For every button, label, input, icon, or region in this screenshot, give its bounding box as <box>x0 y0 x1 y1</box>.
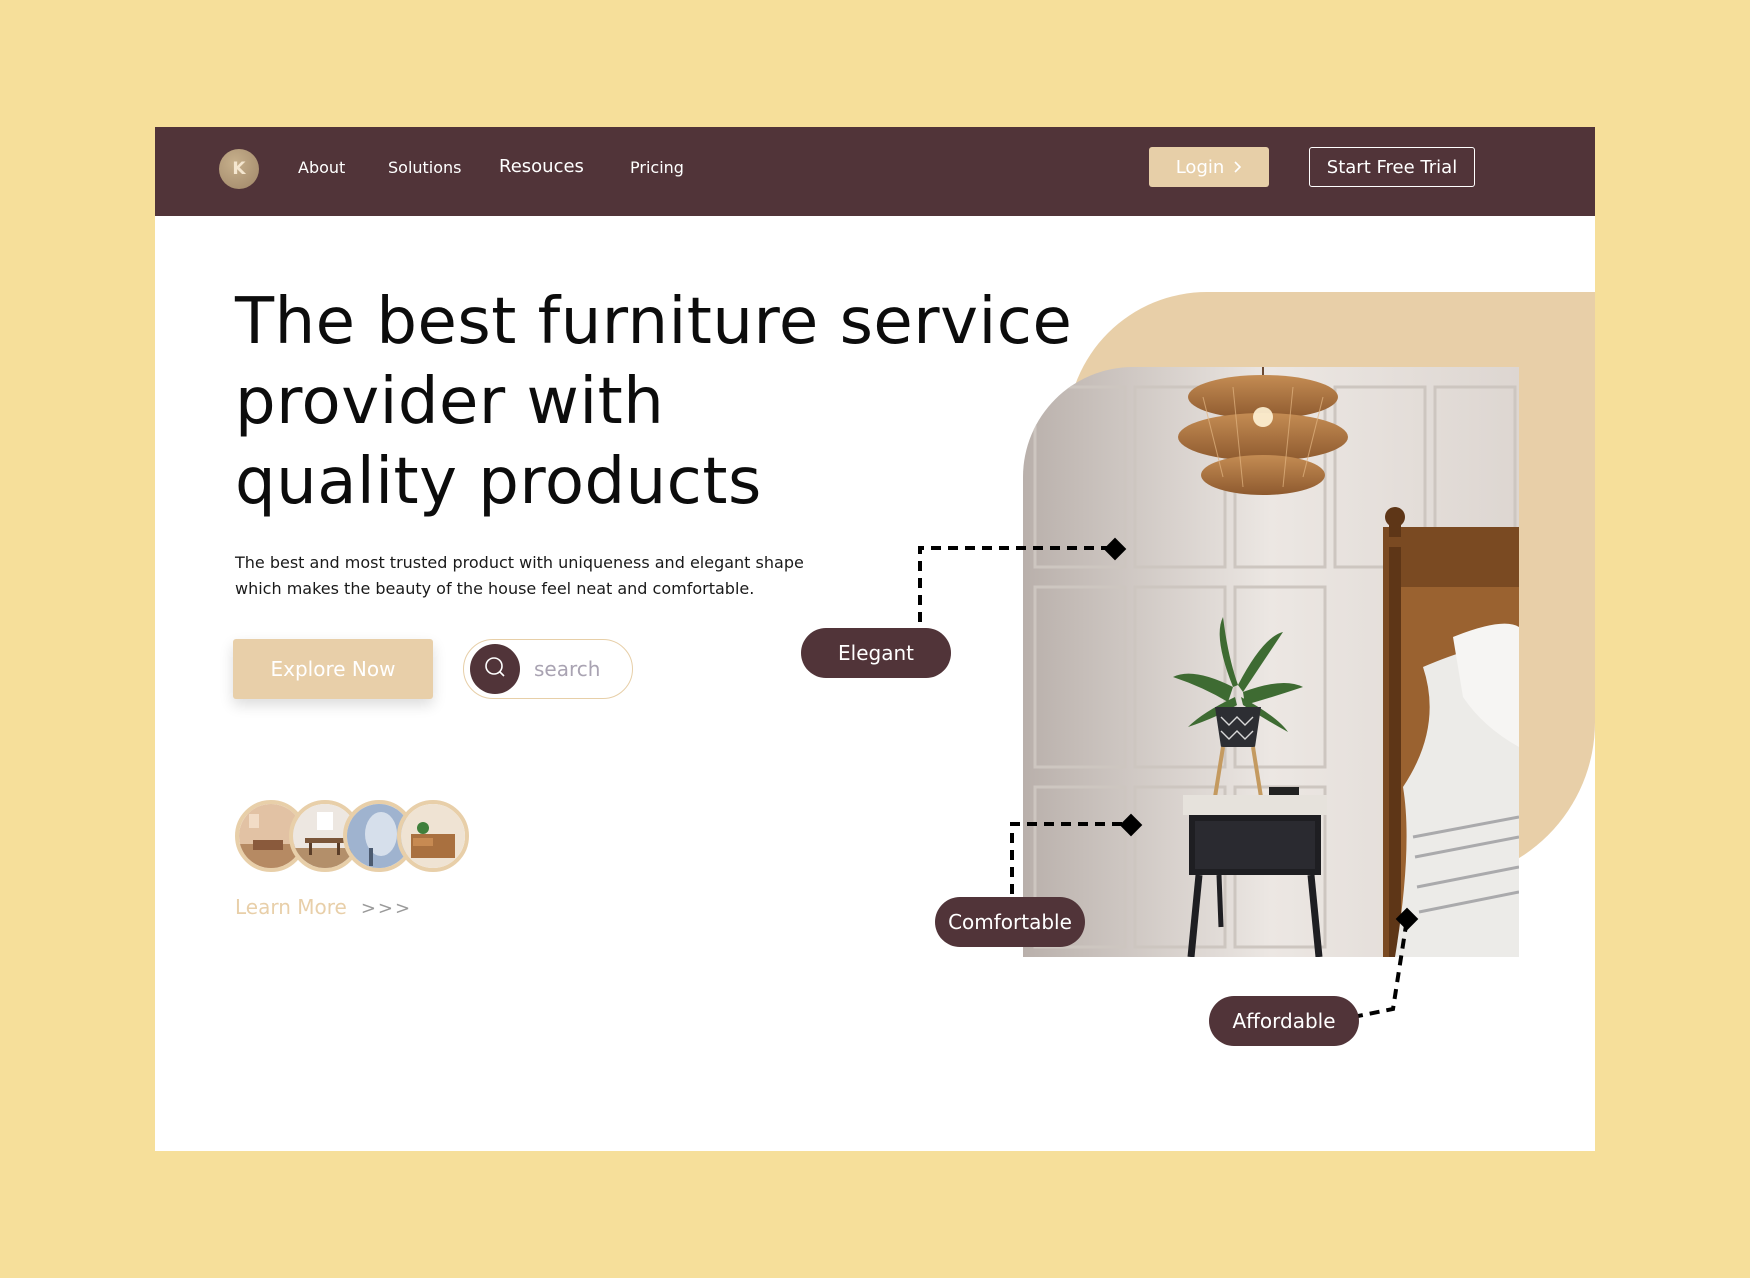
login-label: Login <box>1175 156 1225 178</box>
triple-chevron-right-icon: >>> <box>360 898 413 919</box>
tag-elegant: Elegant <box>801 628 951 678</box>
hero-bedroom-photo <box>1023 367 1519 957</box>
nav-link-solutions[interactable]: Solutions <box>388 158 462 177</box>
nav-link-pricing[interactable]: Pricing <box>630 158 684 177</box>
landing-page: K About Solutions Resouces Pricing Login… <box>155 127 1595 1151</box>
nav-link-about[interactable]: About <box>298 158 345 177</box>
search-button[interactable] <box>470 644 520 694</box>
search-icon <box>484 656 506 682</box>
explore-now-button[interactable]: Explore Now <box>233 639 433 699</box>
learn-more-link[interactable]: Learn More >>> <box>235 895 412 919</box>
hero-title-line: provider with <box>235 365 665 439</box>
hero-title-line: The best furniture service <box>235 285 1073 359</box>
login-button[interactable]: Login <box>1149 147 1269 187</box>
chevron-right-icon <box>1232 158 1242 177</box>
nav-link-resources[interactable]: Resouces <box>499 156 584 177</box>
search-placeholder: search <box>534 657 601 681</box>
hero-title: The best furniture service provider with… <box>235 282 1095 522</box>
hero-description: The best and most trusted product with u… <box>235 550 875 602</box>
tag-affordable: Affordable <box>1209 996 1359 1046</box>
product-thumbnails <box>235 800 475 872</box>
learn-more-label: Learn More <box>235 895 347 919</box>
navbar: K About Solutions Resouces Pricing Login… <box>155 127 1595 216</box>
hero-description-line: which makes the beauty of the house feel… <box>235 579 755 598</box>
hero-description-line: The best and most trusted product with u… <box>235 553 804 572</box>
brand-logo[interactable]: K <box>219 149 259 189</box>
search-input[interactable]: search <box>463 639 633 699</box>
thumbnail-cabinet[interactable] <box>397 800 469 872</box>
tag-comfortable: Comfortable <box>935 897 1085 947</box>
start-free-trial-button[interactable]: Start Free Trial <box>1309 147 1475 187</box>
hero-title-line: quality products <box>235 445 762 519</box>
